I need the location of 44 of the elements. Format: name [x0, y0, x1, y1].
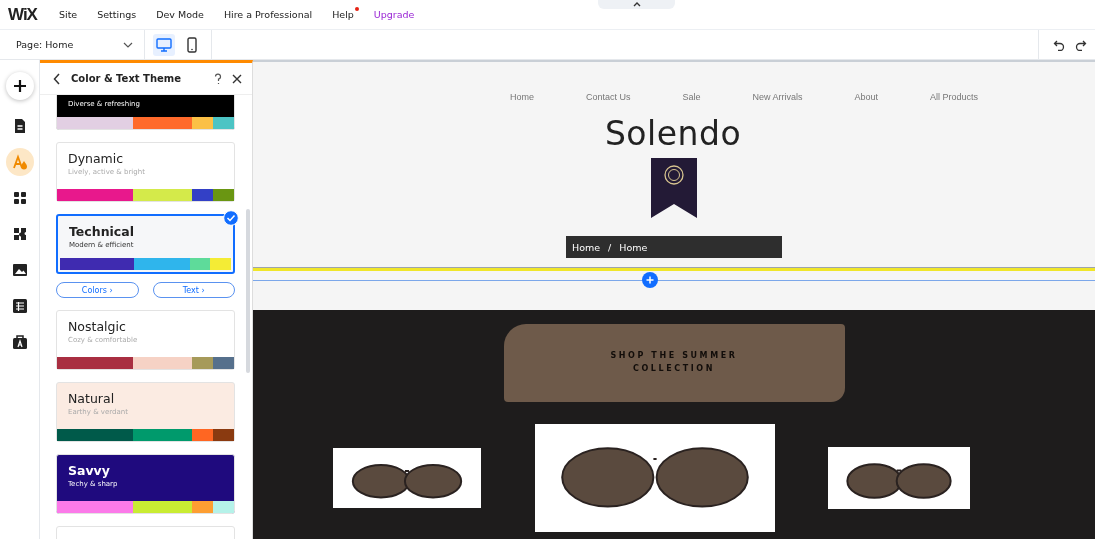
breadcrumb-link[interactable]: Home — [572, 241, 601, 253]
theme-option-button[interactable]: Colors › — [56, 282, 139, 298]
add-button[interactable] — [5, 72, 34, 100]
menu-item[interactable]: Upgrade — [373, 9, 415, 20]
menu-item[interactable]: Site — [58, 9, 78, 20]
help-icon[interactable] — [214, 72, 222, 85]
caret-up-icon — [632, 2, 641, 7]
close-icon[interactable] — [232, 73, 242, 84]
redo-icon[interactable] — [1075, 38, 1087, 51]
collapse-tab[interactable] — [598, 0, 675, 9]
monitor-icon — [156, 37, 172, 52]
desktop-view-button[interactable] — [153, 33, 175, 56]
breadcrumb-link[interactable]: Home — [619, 241, 648, 253]
theme-name: Savvy — [68, 463, 111, 478]
panel-title: Color & Text Theme — [71, 73, 183, 84]
nav-link[interactable]: About — [854, 92, 879, 102]
check-badge-icon — [223, 210, 239, 226]
theme-option-button[interactable]: Text › — [152, 282, 235, 298]
chevron-down-icon — [123, 41, 133, 48]
theme-name: Dynamic — [68, 151, 125, 166]
menu-item[interactable]: Dev Mode — [156, 9, 204, 20]
menu-item[interactable]: Settings — [97, 9, 137, 20]
theme-name: Nostalgic — [68, 319, 127, 334]
undo-icon[interactable] — [1053, 38, 1065, 51]
menu-item[interactable]: Help — [332, 9, 354, 20]
nav-link[interactable]: Contact Us — [585, 92, 631, 102]
back-icon[interactable] — [53, 72, 61, 85]
site-title: Solendo — [604, 114, 742, 153]
wix-logo[interactable]: WiX — [8, 4, 37, 25]
nav-link[interactable]: All Products — [930, 92, 979, 102]
theme-name: Natural — [68, 391, 116, 406]
nav-link[interactable]: New Arrivals — [752, 92, 803, 102]
breadcrumb-separator: / — [608, 241, 612, 253]
page-dropdown[interactable]: Page: Home — [0, 29, 145, 60]
nav-link[interactable]: Sale — [682, 92, 701, 102]
add-section-icon[interactable] — [642, 272, 658, 288]
banner-text: SHOP THE SUMMER COLLECTION — [610, 350, 738, 375]
notification-dot — [354, 7, 359, 11]
menu-item[interactable]: Hire a Professional — [223, 9, 313, 20]
scrollbar[interactable] — [246, 209, 250, 373]
nav-link[interactable]: Home — [509, 92, 534, 102]
theme-name: Technical — [69, 224, 135, 239]
phone-icon — [187, 36, 197, 53]
bookmark-logo-icon — [651, 158, 697, 218]
